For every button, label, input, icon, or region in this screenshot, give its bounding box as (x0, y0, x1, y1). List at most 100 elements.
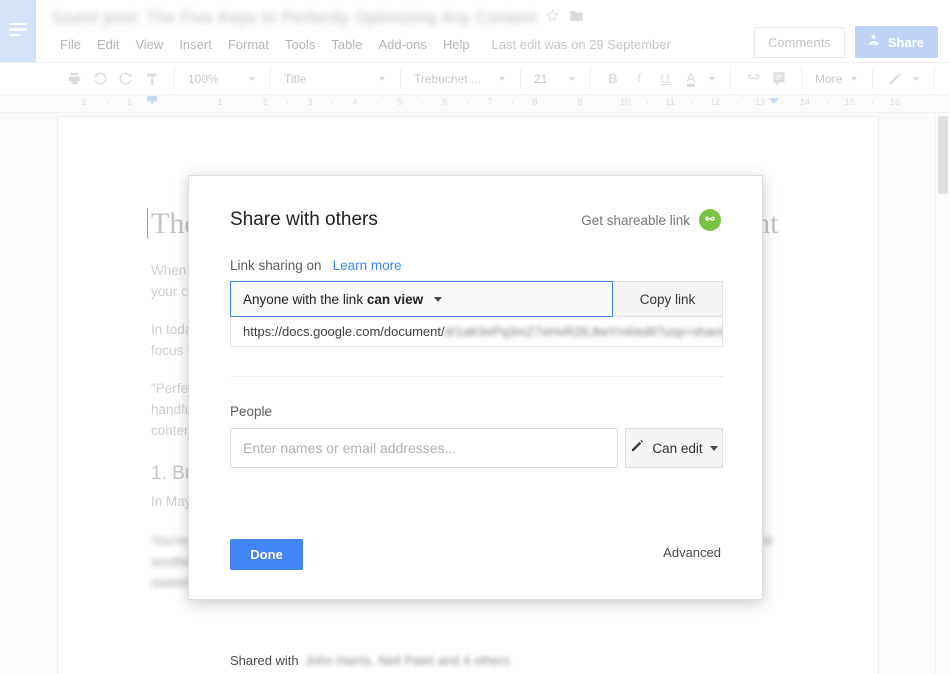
text-cursor (147, 208, 148, 238)
ruler-number: 9 (577, 97, 583, 107)
toolbar-group-collapse[interactable] (935, 68, 950, 90)
ruler-number: 5 (397, 97, 403, 107)
chevron-down-icon[interactable] (499, 76, 505, 81)
text-color-button[interactable]: A (678, 68, 704, 90)
toolbar-group-more[interactable]: More (802, 67, 874, 90)
section-divider (230, 376, 723, 377)
toolbar-group-font-size[interactable]: 21 (521, 67, 591, 90)
paint-format-icon[interactable] (139, 68, 165, 90)
menu-item-tools[interactable]: Tools (277, 34, 323, 55)
underline-label: U (660, 71, 670, 86)
toolbar-group-font[interactable]: Trebuchet ... (401, 67, 521, 90)
ruler-number: 8 (532, 97, 538, 107)
zoom-value[interactable]: 100% (184, 72, 244, 86)
text-color-label: A (686, 69, 696, 87)
top-actions: Comments Share (754, 26, 938, 58)
link-access-dropdown[interactable]: Anyone with the link can view (230, 281, 613, 317)
ruler-number: 7 (487, 97, 493, 107)
chevron-down-icon[interactable] (569, 76, 575, 81)
ruler-number: 11 (665, 97, 675, 107)
person-link-icon (866, 33, 881, 51)
formatting-toolbar: 100% Title Trebuchet ... 21 B I U A More (0, 62, 950, 95)
bold-label: B (608, 71, 618, 86)
link-access-prefix: Anyone with the link (243, 291, 367, 307)
ruler-number: 15 (844, 97, 856, 107)
font-family-value[interactable]: Trebuchet ... (410, 72, 494, 86)
chevron-down-icon (434, 296, 443, 302)
menu-item-file[interactable]: File (52, 34, 89, 55)
document-title-row: Guest post: The Five Keys to Perfectly O… (52, 8, 584, 28)
comments-button[interactable]: Comments (754, 26, 845, 58)
last-edit-status[interactable]: Last edit was on 29 September (478, 37, 671, 52)
menu-item-format[interactable]: Format (220, 34, 277, 55)
menu-item-addons[interactable]: Add-ons (370, 34, 434, 55)
toolbar-group-edit-mode[interactable] (873, 67, 936, 90)
right-indent-marker[interactable] (769, 98, 779, 104)
menu-item-help[interactable]: Help (435, 34, 478, 55)
menu-item-edit[interactable]: Edit (89, 34, 127, 55)
font-size-value[interactable]: 21 (530, 72, 564, 86)
people-input[interactable] (230, 428, 618, 468)
ruler-track: 2 1 1 2 3 4 5 6 7 8 9 10 11 12 13 14 15 … (52, 95, 928, 112)
docs-home-logo[interactable] (0, 0, 36, 62)
docs-hamburger-icon (9, 22, 27, 40)
chevron-down-icon[interactable] (709, 76, 715, 81)
undo-icon[interactable] (87, 68, 113, 90)
menu-item-insert[interactable]: Insert (171, 34, 220, 55)
link-sharing-status: Link sharing on (230, 258, 322, 273)
add-comment-icon[interactable] (766, 68, 792, 90)
menu-bar: File Edit View Insert Format Tools Table… (52, 34, 671, 55)
chevron-down-icon[interactable] (379, 76, 385, 81)
italic-button[interactable]: I (626, 68, 652, 90)
ruler-number: 12 (709, 97, 721, 107)
chain-link-icon (699, 209, 721, 231)
toolbar-group-zoom[interactable]: 100% (175, 67, 271, 90)
ruler-number: 3 (307, 97, 313, 107)
learn-more-link[interactable]: Learn more (333, 258, 402, 273)
google-docs-window: Guest post: The Five Keys to Perfectly O… (0, 0, 950, 674)
link-icon[interactable] (740, 68, 766, 90)
bold-button[interactable]: B (600, 68, 626, 90)
folder-icon[interactable] (569, 9, 584, 28)
advanced-link[interactable]: Advanced (663, 545, 721, 560)
ruler-number: 4 (352, 97, 358, 107)
paragraph-style-value[interactable]: Title (280, 72, 374, 86)
pencil-icon[interactable] (882, 68, 908, 90)
get-shareable-link-button[interactable]: Get shareable link (581, 209, 721, 231)
chevron-down-icon[interactable] (249, 76, 255, 81)
vertical-scrollbar[interactable] (935, 113, 950, 674)
ruler-number: 14 (799, 97, 811, 107)
toolbar-group-insert (731, 67, 802, 90)
scrollbar-thumb[interactable] (938, 116, 948, 194)
chevron-down-icon (709, 445, 718, 451)
ruler-number: 2 (81, 97, 87, 107)
shared-with-names: John Harris, Neil Patel and 4 others (304, 653, 510, 668)
ruler-number: 10 (619, 97, 631, 107)
menu-item-view[interactable]: View (127, 34, 171, 55)
first-line-indent-marker[interactable] (147, 98, 157, 104)
horizontal-ruler[interactable]: 2 1 1 2 3 4 5 6 7 8 9 10 11 12 13 14 15 … (0, 95, 950, 113)
permission-dropdown[interactable]: Can edit (625, 428, 723, 468)
share-dialog-title: Share with others (230, 209, 378, 230)
ruler-number: 1 (217, 97, 223, 107)
more-label[interactable]: More (811, 72, 846, 86)
copy-link-button[interactable]: Copy link (613, 281, 723, 317)
chevron-up-icon[interactable] (944, 68, 950, 90)
toolbar-group-paragraph-style[interactable]: Title (271, 67, 401, 90)
link-access-row: Anyone with the link can view Copy link (230, 281, 723, 317)
menu-item-table[interactable]: Table (323, 34, 370, 55)
share-dialog-header: Share with others Get shareable link (230, 208, 721, 232)
chevron-down-icon[interactable] (851, 76, 858, 81)
shared-with-row: Shared with John Harris, Neil Patel and … (230, 653, 510, 668)
share-button[interactable]: Share (854, 26, 938, 58)
done-button[interactable]: Done (230, 539, 303, 570)
document-title[interactable]: Guest post: The Five Keys to Perfectly O… (52, 8, 536, 28)
link-sharing-row: Link sharing on Learn more (230, 258, 402, 273)
underline-button[interactable]: U (652, 68, 678, 90)
star-icon[interactable] (545, 8, 560, 28)
share-url-field[interactable]: https://docs.google.com/document/ d/1aK9… (230, 317, 723, 347)
redo-icon[interactable] (113, 68, 139, 90)
chevron-down-icon[interactable] (913, 76, 920, 81)
get-shareable-link-label: Get shareable link (581, 212, 690, 228)
print-icon[interactable] (61, 68, 87, 90)
